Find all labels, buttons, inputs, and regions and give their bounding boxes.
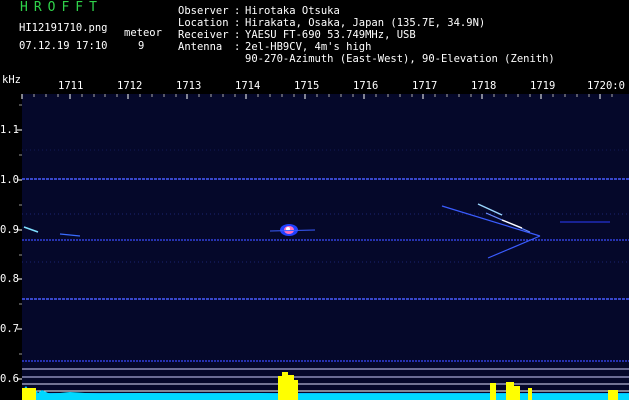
spectrum-strip: [22, 372, 629, 400]
meteor-echoes: [23, 203, 610, 259]
minor-time-ticks: [33, 94, 613, 97]
meteor-echo-left: [23, 226, 39, 233]
carrier-lines: [22, 149, 629, 392]
hrofft-screen: HROFFT HI12191710.png 07.12.19 17:10 met…: [0, 0, 629, 400]
spectrogram-overlay: [17, 94, 629, 400]
meteor-echo-faint: [59, 233, 81, 237]
time-ticks: [21, 94, 601, 99]
meteor-trail-2: [487, 235, 541, 259]
